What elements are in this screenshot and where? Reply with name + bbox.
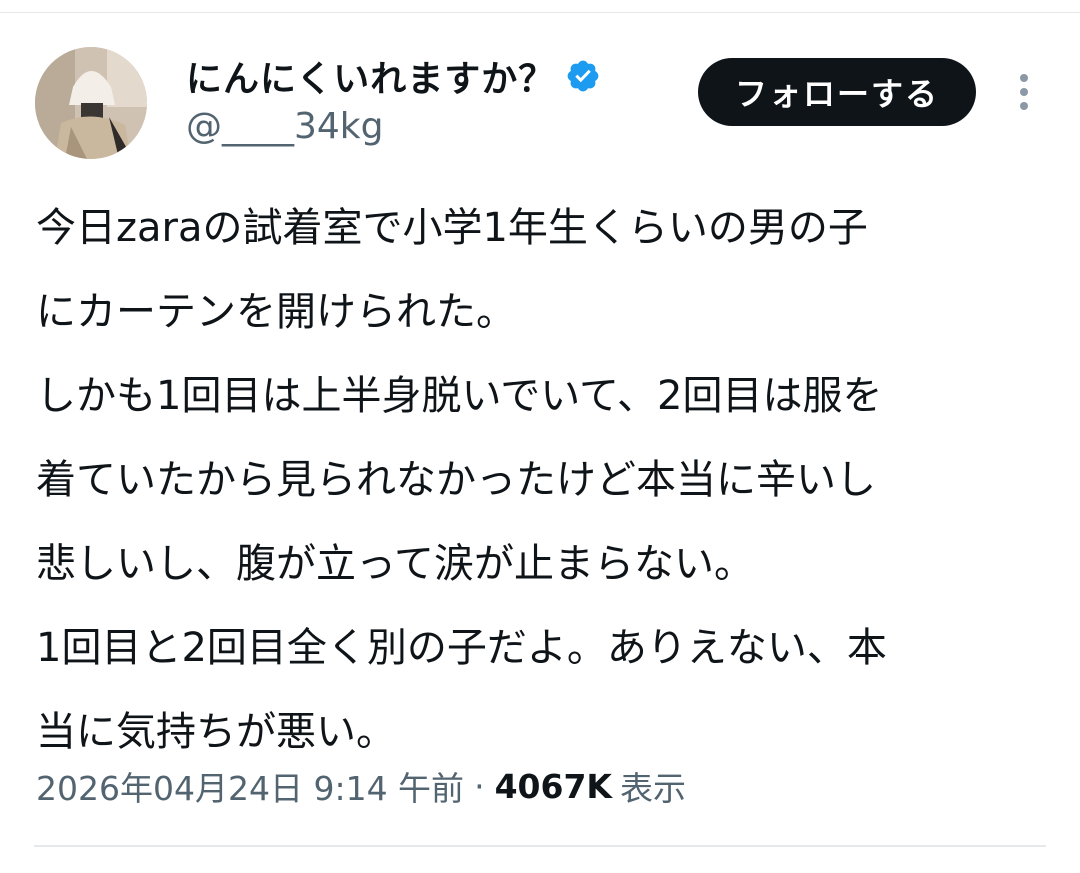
top-divider — [0, 12, 1080, 13]
display-name-row: にんにくいれますか？ — [186, 52, 601, 100]
bottom-divider — [34, 845, 1046, 847]
avatar-image — [35, 47, 147, 159]
timestamp[interactable]: 2026年04月24日 9:14 午前 — [36, 762, 464, 810]
tweet-line: しかも1回目は上半身脱いでいて、2回目は服を — [36, 373, 883, 419]
tweet-line: にカーテンを開けられた。 — [36, 289, 516, 335]
tweet-text: 今日zaraの試着室で小学1年生くらいの男の子 にカーテンを開けられた。 しかも… — [36, 186, 1056, 774]
verified-badge-icon — [565, 58, 601, 94]
tweet-line: 着ていたから見られなかったけど本当に辛いし — [36, 457, 876, 503]
tweet-line: 悲しいし、腹が立って涙が止まらない。 — [36, 541, 754, 587]
views-count[interactable]: 4067K — [495, 767, 612, 806]
tweet-line: 1回目と2回目全く別の子だよ。ありえない、本 — [36, 625, 887, 671]
views-label[interactable]: 表示 — [620, 762, 686, 810]
meta-separator: · — [474, 766, 485, 806]
more-vertical-icon[interactable] — [1004, 70, 1044, 114]
user-handle[interactable]: @____34kg — [186, 106, 384, 147]
follow-button[interactable]: フォローする — [698, 58, 976, 126]
display-name[interactable]: にんにくいれますか？ — [186, 50, 555, 102]
tweet-line: 今日zaraの試着室で小学1年生くらいの男の子 — [36, 205, 868, 251]
avatar[interactable] — [35, 47, 147, 159]
tweet-meta: 2026年04月24日 9:14 午前 · 4067K 表示 — [36, 760, 686, 812]
